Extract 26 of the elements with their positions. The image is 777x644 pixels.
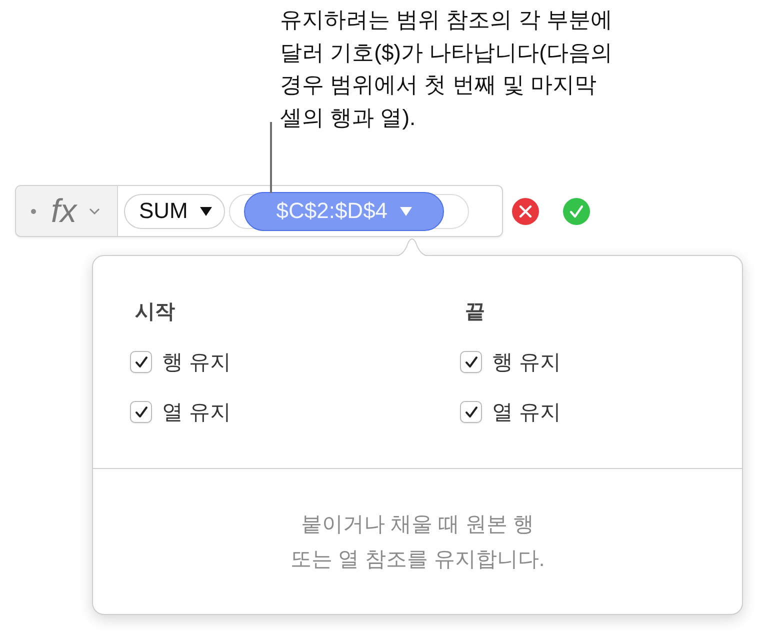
checkbox-label[interactable]: 행 유지 bbox=[162, 348, 231, 376]
checkmark-icon bbox=[464, 406, 478, 418]
section-heading: 시작 bbox=[135, 300, 175, 324]
function-menu-button[interactable]: fx bbox=[16, 186, 118, 236]
caret-icon bbox=[400, 206, 412, 216]
section-heading: 끝 bbox=[465, 300, 485, 324]
caret-icon bbox=[200, 206, 212, 216]
checkbox[interactable] bbox=[460, 401, 482, 423]
checkmark-icon bbox=[134, 356, 148, 368]
checkbox[interactable] bbox=[460, 351, 482, 373]
chevron-down-icon bbox=[88, 208, 100, 214]
cancel-button[interactable] bbox=[512, 198, 539, 224]
checkbox-label[interactable]: 열 유지 bbox=[162, 398, 231, 426]
checkmark-icon bbox=[570, 204, 583, 218]
checkmark-icon bbox=[464, 356, 478, 368]
checkbox-label[interactable]: 행 유지 bbox=[492, 348, 561, 376]
dot-icon bbox=[31, 208, 36, 214]
checkbox[interactable] bbox=[130, 351, 152, 373]
checkbox[interactable] bbox=[130, 401, 152, 423]
token-pill[interactable]: SUM bbox=[124, 194, 225, 228]
callout-text: 유지하려는 범위 참조의 각 부분에 달러 기호($)가 나타납니다(다음의 경우 범위에서 첫 번째 및 마지막 셀의 행과 열). bbox=[280, 6, 612, 132]
checkmark-icon bbox=[134, 406, 148, 418]
close-icon bbox=[519, 204, 532, 218]
leader-line bbox=[270, 122, 272, 193]
help-text: 붙이거나 채울 때 원본 행 또는 열 참조를 유지합니다. bbox=[290, 512, 545, 572]
checkbox-label[interactable]: 열 유지 bbox=[492, 398, 561, 426]
